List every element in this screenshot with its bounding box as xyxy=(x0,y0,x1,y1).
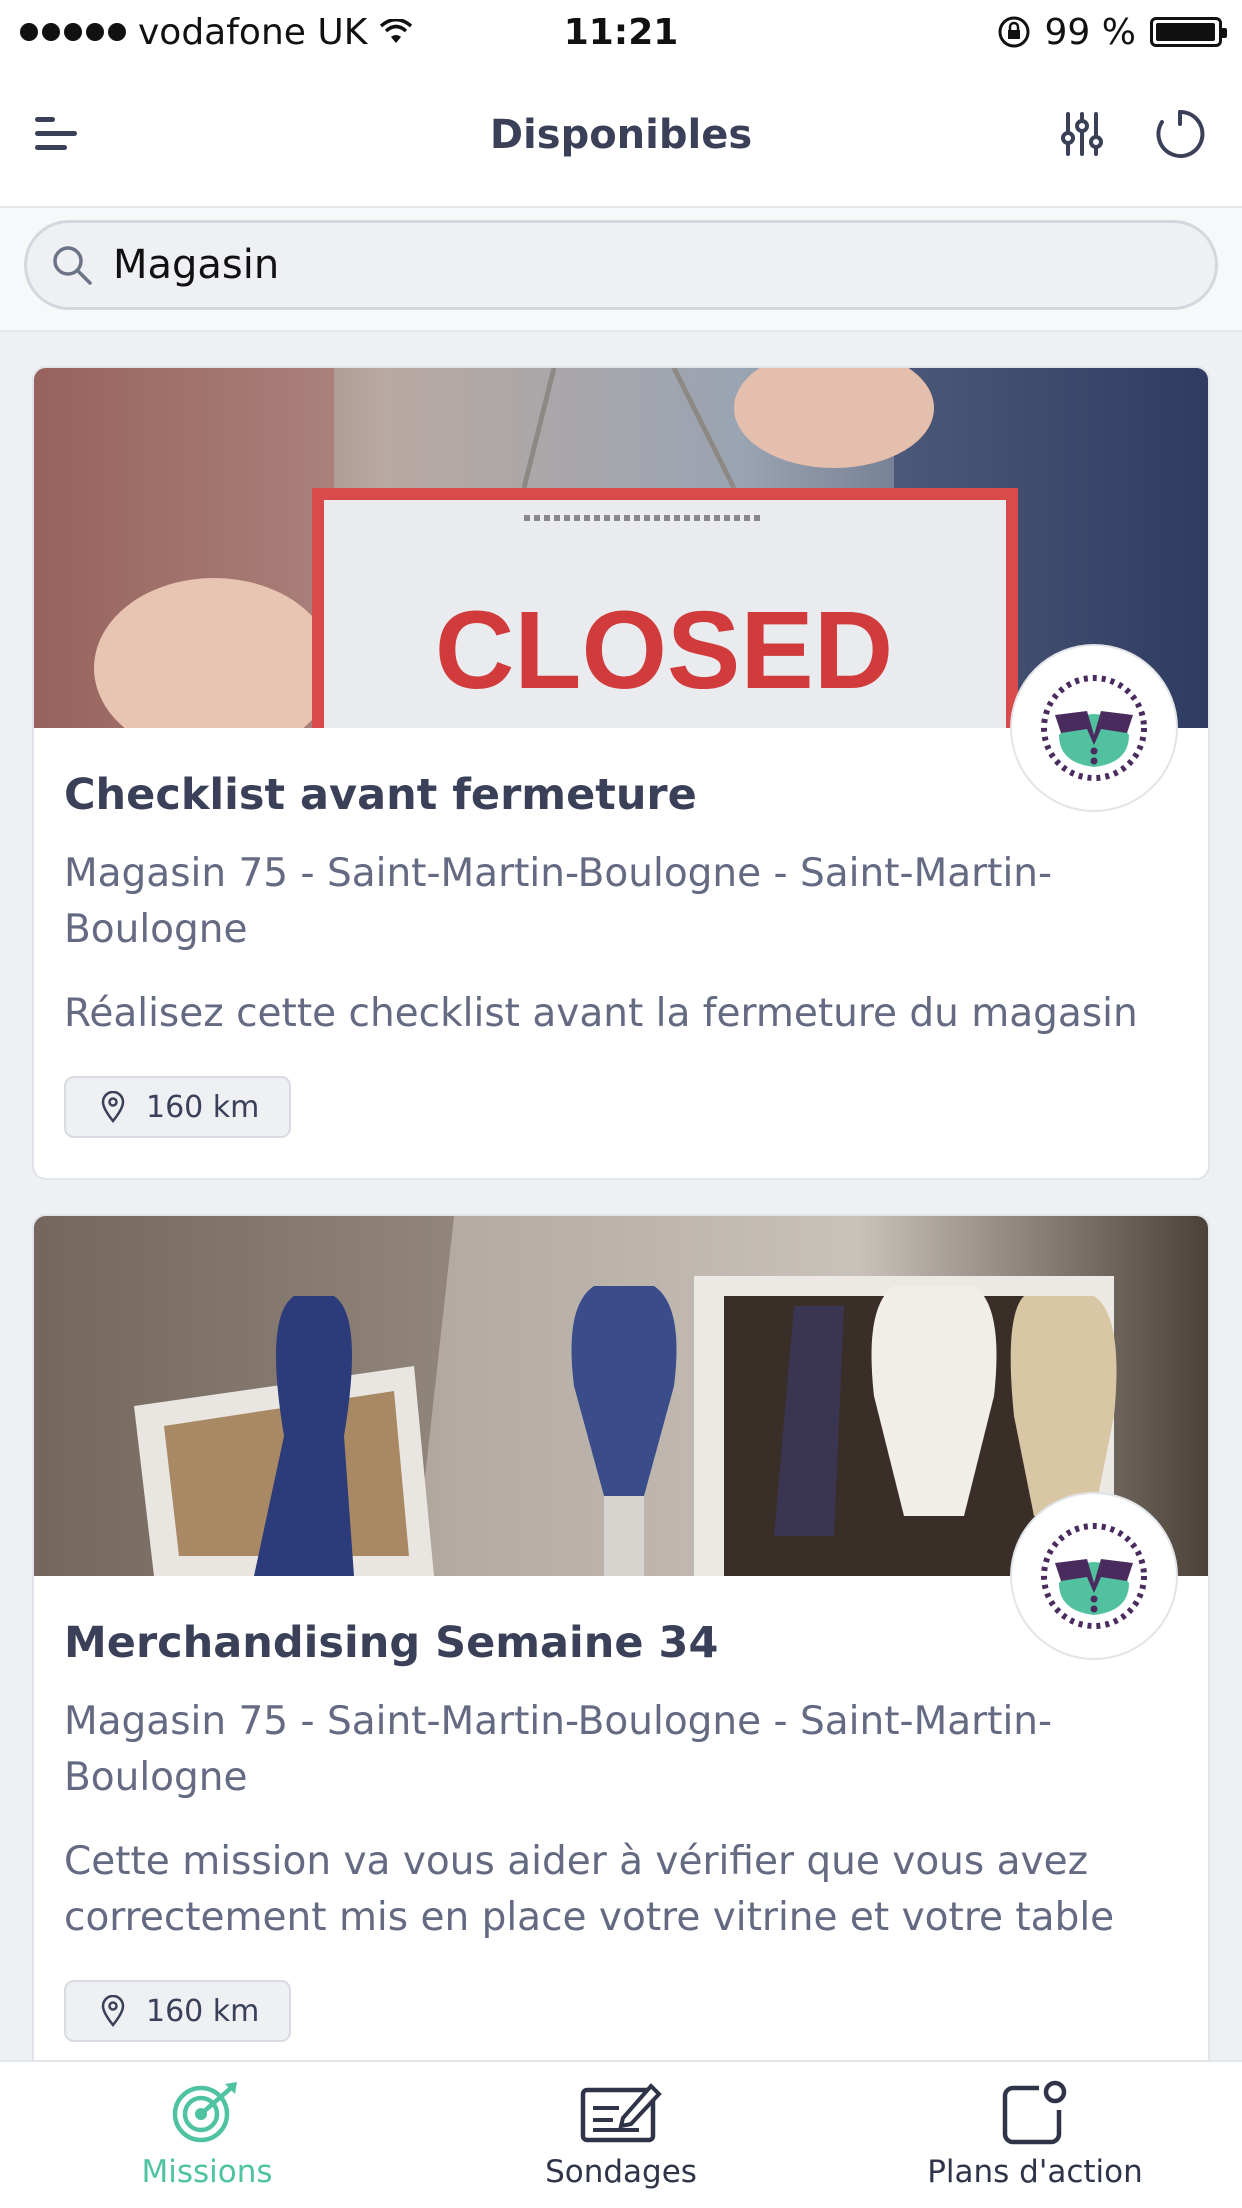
wifi-icon xyxy=(380,19,413,43)
tab-label: Sondages xyxy=(545,2154,697,2190)
sliders-icon xyxy=(1061,112,1103,156)
filter-button[interactable] xyxy=(1050,102,1114,166)
nav-bar: Disponibles xyxy=(0,64,1242,208)
status-right: 99 % xyxy=(997,11,1227,53)
brand-logo xyxy=(1010,644,1178,812)
search-bar[interactable] xyxy=(24,220,1218,310)
location-pin-icon xyxy=(101,1995,125,2027)
survey-icon xyxy=(580,2083,662,2143)
distance-value: 160 km xyxy=(146,1089,260,1125)
signal-icon xyxy=(20,23,126,41)
mission-title: Checklist avant fermeture xyxy=(64,770,697,820)
tab-plans-action[interactable]: Plans d'action xyxy=(828,2062,1242,2208)
mission-location: Magasin 75 - Saint-Martin-Boulogne - Sai… xyxy=(64,1699,1053,1800)
tab-label: Plans d'action xyxy=(927,2154,1143,2190)
refresh-icon xyxy=(1156,109,1205,158)
distance-badge: 160 km xyxy=(64,1076,292,1138)
battery-icon xyxy=(1150,17,1227,47)
refresh-button[interactable] xyxy=(1148,102,1212,166)
mission-description: Cette mission va vous aider à vérifier q… xyxy=(64,1839,1115,1940)
mission-list[interactable]: CLOSED Checklist avant fermeture Magasin… xyxy=(0,334,1242,2060)
sign-text: CLOSED xyxy=(435,589,893,712)
carrier-name: vodafone UK xyxy=(138,11,368,53)
rotation-lock-icon xyxy=(998,16,1030,48)
tab-sondages[interactable]: Sondages xyxy=(414,2062,828,2208)
brand-logo-icon xyxy=(1041,1523,1147,1629)
target-icon xyxy=(172,2082,237,2143)
mission-title: Merchandising Semaine 34 xyxy=(64,1618,719,1668)
tab-label: Missions xyxy=(141,2154,273,2190)
status-left: vodafone UK xyxy=(20,12,997,53)
page-title: Disponibles xyxy=(489,112,753,158)
menu-button[interactable] xyxy=(24,102,88,166)
action-plan-icon xyxy=(1002,2080,1067,2145)
mission-card[interactable]: CLOSED Checklist avant fermeture Magasin… xyxy=(32,366,1210,1180)
mission-body: Checklist avant fermeture Magasin 75 - S… xyxy=(34,728,1208,1178)
mission-location: Magasin 75 - Saint-Martin-Boulogne - Sai… xyxy=(64,851,1053,952)
brand-logo xyxy=(1010,1492,1178,1660)
search-input[interactable] xyxy=(113,242,1113,288)
distance-badge: 160 km xyxy=(64,1980,292,2042)
menu-icon xyxy=(35,117,77,150)
distance-value: 160 km xyxy=(146,1993,260,2029)
mission-card[interactable]: Merchandising Semaine 34 Magasin 75 - Sa… xyxy=(32,1214,1210,2060)
battery-percent: 99 % xyxy=(1044,11,1136,53)
search-area xyxy=(0,208,1242,332)
brand-logo-icon xyxy=(1041,675,1147,781)
search-icon xyxy=(53,246,92,285)
battery-fill xyxy=(1156,23,1216,41)
tab-bar: Missions Sondages Plans d'action xyxy=(0,2060,1242,2208)
mission-description: Réalisez cette checklist avant la fermet… xyxy=(64,991,1138,1036)
location-pin-icon xyxy=(101,1091,125,1123)
mission-body: Merchandising Semaine 34 Magasin 75 - Sa… xyxy=(34,1576,1208,2060)
tab-missions[interactable]: Missions xyxy=(0,2062,414,2208)
status-bar: vodafone UK 11:21 99 % xyxy=(0,0,1242,64)
